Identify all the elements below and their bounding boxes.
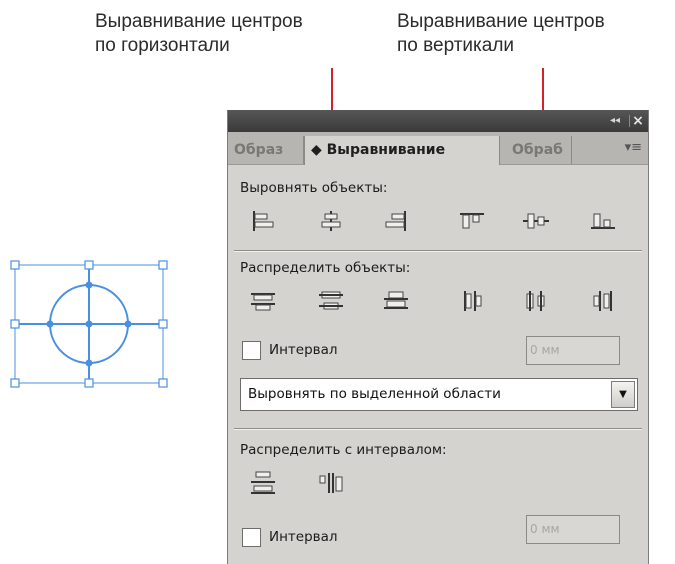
callout-vertical-centers: Выравнивание центров по вертикали [397, 10, 605, 58]
tab-obrabotka[interactable]: Обраб [506, 136, 572, 164]
selected-object-illustration [10, 260, 168, 388]
distribute-top-edges-icon[interactable] [248, 288, 278, 314]
distribute-vertical-centers-icon[interactable] [316, 288, 346, 314]
align-top-edges-icon[interactable] [457, 208, 487, 234]
panel-menu-icon[interactable]: ▾≡ [616, 140, 642, 158]
titlebar-separator [629, 115, 630, 127]
callout-line: по горизонтали [95, 35, 230, 56]
distribute-horizontal-spacing-icon[interactable] [316, 470, 346, 496]
distribute-right-edges-icon[interactable] [588, 288, 618, 314]
align-left-edges-icon[interactable] [248, 208, 278, 234]
align-to-select[interactable]: Выровнять по выделенной области ▼ [240, 378, 638, 411]
spacing-interval-checkbox[interactable] [242, 528, 261, 547]
distribute-spacing-label: Интервал [269, 342, 338, 358]
distribute-spacing-checkbox[interactable] [242, 341, 261, 360]
align-panel: ◂◂ × Образ ◆ Выравнивание Обраб ▾≡ Выров… [227, 110, 649, 564]
callout-line: по вертикали [397, 35, 515, 56]
spacing-interval-input[interactable]: 0 мм [526, 515, 620, 544]
chevron-down-icon[interactable]: ▼ [611, 381, 635, 408]
spacing-interval-label: Интервал [269, 529, 338, 545]
callout-horizontal-centers: Выравнивание центров по горизонтали [95, 10, 303, 58]
distribute-bottom-edges-icon[interactable] [381, 288, 411, 314]
tab-obraz[interactable]: Образ [228, 136, 304, 164]
align-right-edges-icon[interactable] [381, 208, 411, 234]
align-to-value: Выровнять по выделенной области [248, 386, 501, 402]
align-vertical-centers-icon[interactable] [521, 208, 551, 234]
distribute-left-edges-icon[interactable] [457, 288, 487, 314]
tab-align[interactable]: ◆ Выравнивание [304, 136, 500, 165]
section-divider [234, 250, 642, 251]
distribute-vertical-spacing-icon[interactable] [248, 470, 278, 496]
align-bottom-edges-icon[interactable] [588, 208, 618, 234]
collapse-panel-icon[interactable]: ◂◂ [606, 113, 624, 129]
close-icon[interactable]: × [631, 112, 645, 130]
align-objects-label: Выровнять объекты: [240, 180, 388, 196]
align-horizontal-centers-icon[interactable] [316, 208, 346, 234]
callout-line: Выравнивание центров [397, 11, 605, 32]
distribute-objects-label: Распределить объекты: [240, 260, 411, 276]
section-divider [234, 428, 642, 429]
panel-tab-strip: Образ ◆ Выравнивание Обраб ▾≡ [228, 132, 648, 165]
distribute-spacing-section-label: Распределить с интервалом: [240, 442, 447, 458]
distribute-horizontal-centers-icon[interactable] [521, 288, 551, 314]
panel-titlebar: ◂◂ × [228, 110, 648, 132]
callout-line: Выравнивание центров [95, 11, 303, 32]
distribute-spacing-input[interactable]: 0 мм [526, 336, 620, 365]
